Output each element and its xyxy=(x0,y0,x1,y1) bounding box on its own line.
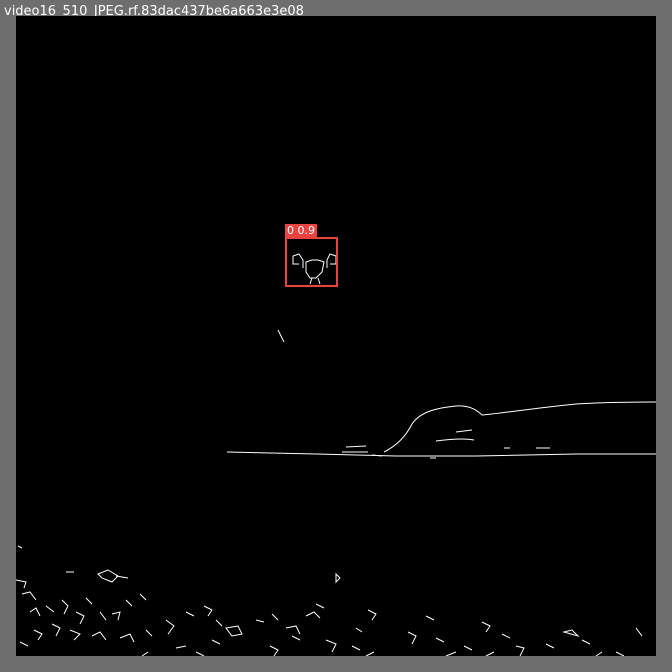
edge-drawing xyxy=(16,253,656,656)
ground-clutter xyxy=(16,545,643,656)
hill-detail xyxy=(435,429,550,449)
detection-box xyxy=(285,237,338,287)
small-edge-mark xyxy=(277,329,285,343)
edge-map-canvas: 0 0.9 xyxy=(16,16,656,656)
horizon-line xyxy=(226,451,656,457)
hill-outline xyxy=(383,401,656,453)
detection-label: 0 0.9 xyxy=(285,224,317,237)
